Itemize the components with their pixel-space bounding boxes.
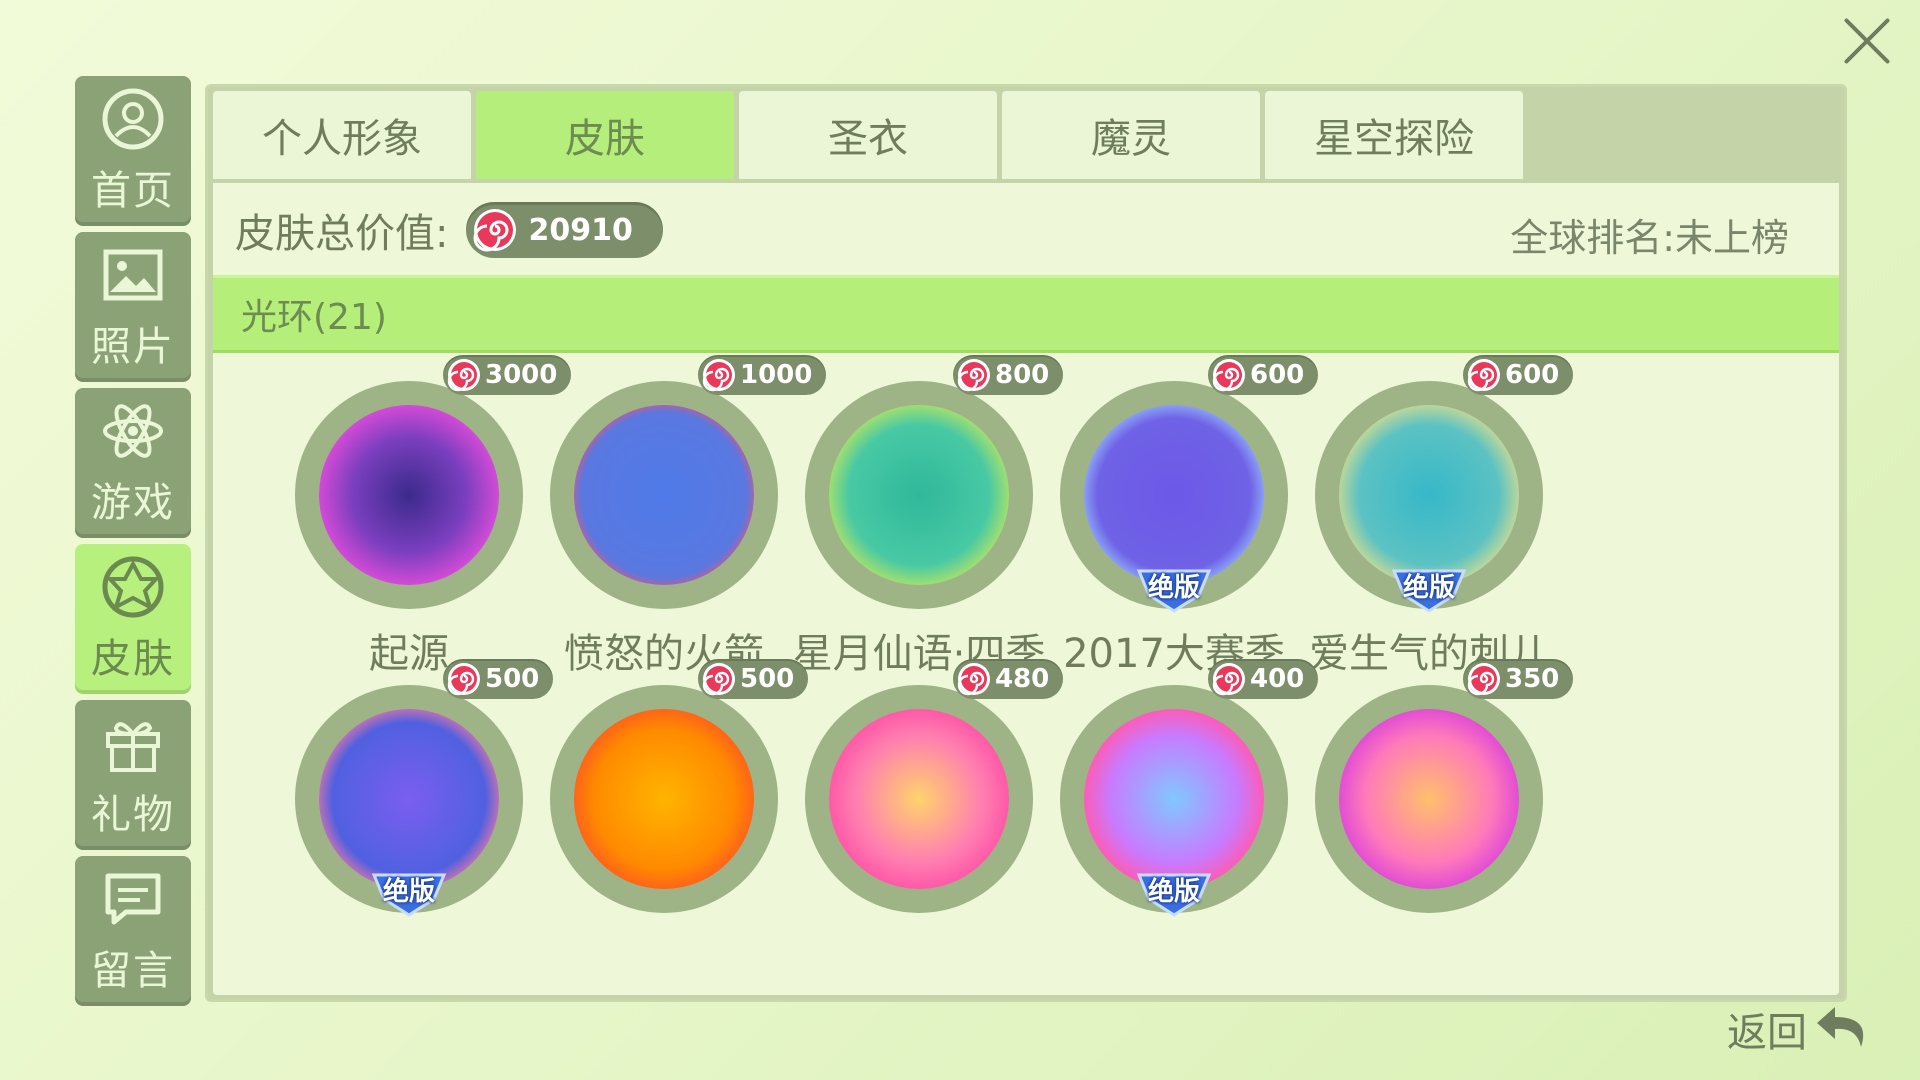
skin-item[interactable]: 600 绝版 爱生气的刺儿 (1273, 355, 1574, 685)
candy-coin-icon (957, 663, 990, 696)
price-badge: 350 (1463, 659, 1574, 699)
price-value: 600 (1505, 360, 1560, 390)
sidebar-item-skins[interactable]: 皮肤 (75, 544, 191, 694)
main-panel: 个人形象 皮肤 圣衣 魔灵 星空探险 皮肤总价值: 20910 全球排名:未上榜… (205, 84, 1847, 1002)
limited-edition-badge: 绝版 (1384, 565, 1474, 615)
candy-coin-icon (1467, 663, 1500, 696)
halo-image (1339, 709, 1519, 889)
candy-coin-icon (1467, 359, 1500, 392)
limited-edition-label: 绝版 (1147, 573, 1200, 603)
halo-preview[interactable] (550, 685, 778, 913)
halo-image (1084, 709, 1264, 889)
back-button[interactable]: 返回 (1727, 1000, 1875, 1058)
halo-image (829, 709, 1009, 889)
sidebar-item-games[interactable]: 游戏 (75, 388, 191, 538)
sidebar-item-label: 首页 (91, 168, 175, 214)
tab-spirits[interactable]: 魔灵 (1002, 91, 1260, 179)
halo-image (574, 709, 754, 889)
limited-edition-badge: 绝版 (364, 869, 454, 919)
candy-coin-icon (957, 359, 990, 392)
halo-image (1084, 405, 1264, 585)
total-value-row: 皮肤总价值: 20910 (235, 201, 663, 259)
limited-edition-label: 绝版 (1147, 877, 1200, 907)
tab-bar: 个人形象 皮肤 圣衣 魔灵 星空探险 (213, 91, 1528, 179)
total-value-number: 20910 (528, 212, 633, 248)
global-ranking: 全球排名:未上榜 (1510, 216, 1789, 260)
candy-coin-icon (474, 209, 517, 252)
back-label: 返回 (1727, 1010, 1807, 1056)
halo-preview[interactable] (1315, 685, 1543, 913)
total-value-label: 皮肤总价值: (235, 211, 449, 257)
sidebar-item-label: 礼物 (91, 792, 175, 838)
candy-coin-icon (447, 359, 480, 392)
tab-skins[interactable]: 皮肤 (476, 91, 734, 179)
message-icon (105, 873, 161, 925)
category-label: 光环(21) (241, 297, 387, 338)
limited-edition-badge: 绝版 (1129, 869, 1219, 919)
sidebar-item-label: 留言 (91, 948, 175, 994)
halo-image (829, 405, 1009, 585)
user-icon (102, 88, 164, 150)
halo-image (1339, 405, 1519, 585)
candy-coin-icon (702, 663, 735, 696)
close-button[interactable] (1836, 10, 1898, 72)
sidebar-item-label: 照片 (91, 324, 175, 370)
halo-preview[interactable] (805, 685, 1033, 913)
candy-coin-icon (447, 663, 480, 696)
sidebar-item-photos[interactable]: 照片 (75, 232, 191, 382)
sidebar-item-gifts[interactable]: 礼物 (75, 700, 191, 850)
back-arrow-icon (1817, 1007, 1864, 1047)
tab-personal-image[interactable]: 个人形象 (213, 91, 471, 179)
candy-coin-icon (1212, 663, 1245, 696)
total-value-badge: 20910 (466, 202, 663, 258)
sidebar: 首页 照片 游戏 皮肤 礼物 留言 (75, 76, 191, 1012)
price-value: 350 (1505, 664, 1560, 694)
limited-edition-label: 绝版 (382, 877, 435, 907)
sidebar-item-messages[interactable]: 留言 (75, 856, 191, 1006)
halo-preview[interactable] (805, 381, 1033, 609)
candy-coin-icon (1212, 359, 1245, 392)
category-header[interactable]: 光环(21) (213, 275, 1839, 353)
halo-image (319, 709, 499, 889)
halo-image (574, 405, 754, 585)
skin-item[interactable]: 350 (1273, 659, 1574, 989)
atom-icon (103, 404, 163, 458)
halo-image (319, 405, 499, 585)
sidebar-item-home[interactable]: 首页 (75, 76, 191, 226)
tab-holy-cloth[interactable]: 圣衣 (739, 91, 997, 179)
sidebar-item-label: 游戏 (91, 480, 175, 526)
tab-star-adventure[interactable]: 星空探险 (1265, 91, 1523, 179)
halo-preview[interactable] (295, 381, 523, 609)
halo-preview[interactable] (550, 381, 778, 609)
limited-edition-badge: 绝版 (1129, 565, 1219, 615)
photo-icon (103, 249, 163, 301)
skins-content: 皮肤总价值: 20910 全球排名:未上榜 光环(21) 3000 起源 1000 愤… (213, 183, 1839, 995)
gift-icon (106, 722, 160, 772)
price-badge: 600 (1463, 355, 1574, 395)
limited-edition-label: 绝版 (1402, 573, 1455, 603)
sidebar-item-label: 皮肤 (91, 636, 175, 682)
candy-coin-icon (702, 359, 735, 392)
skin-icon (102, 556, 164, 618)
